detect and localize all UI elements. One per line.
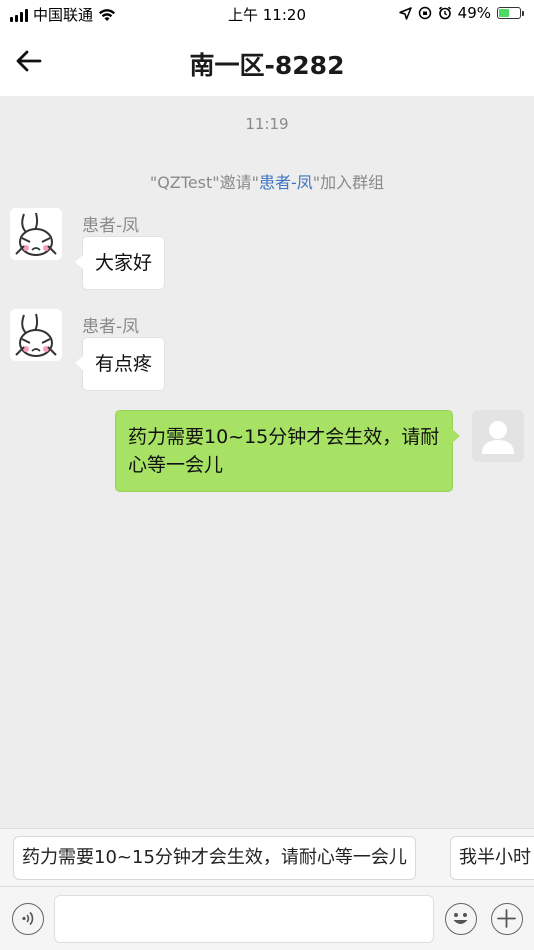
- system-message-highlight[interactable]: 患者-凤: [259, 173, 313, 192]
- more-button[interactable]: [491, 903, 523, 935]
- bunny-avatar[interactable]: [10, 309, 62, 361]
- orientation-lock-icon: [418, 6, 431, 20]
- message-time-label: 11:19: [245, 115, 289, 133]
- alarm-icon: [438, 6, 451, 20]
- emoji-button[interactable]: [445, 903, 477, 935]
- voice-icon: [22, 911, 34, 926]
- bunny-avatar[interactable]: [10, 208, 62, 260]
- message-bubble-self[interactable]: 药力需要10~15分钟才会生效，请耐心等一会儿: [115, 410, 460, 492]
- system-message-prefix: "QZTest"邀请": [149, 173, 259, 192]
- voice-button[interactable]: [12, 903, 44, 935]
- message-bubble[interactable]: 大家好: [74, 236, 166, 290]
- page-title: 南一区-8282: [189, 51, 345, 80]
- nav-bar: 南一区-8282: [0, 28, 534, 96]
- default-user-avatar[interactable]: [472, 410, 524, 462]
- message-bubble[interactable]: 有点疼: [74, 337, 166, 391]
- message-input[interactable]: [54, 895, 434, 943]
- sender-name: 患者-凤: [82, 216, 140, 236]
- system-message-suffix: "加入群组: [312, 173, 385, 192]
- battery-percent: 49%: [457, 4, 491, 22]
- battery-icon: [497, 7, 524, 19]
- input-bar: [0, 886, 534, 950]
- location-arrow-icon: [398, 6, 412, 20]
- emoji-icon: [453, 913, 468, 924]
- status-right: 49%: [398, 4, 524, 22]
- quick-reply-chip[interactable]: 我半小时: [450, 836, 534, 880]
- status-bar: 中国联通 上午 11:20 49%: [0, 0, 534, 28]
- message-list[interactable]: 11:19 "QZTest"邀请"患者-凤"加入群组 患者-凤 大家好 患者-凤…: [0, 96, 534, 828]
- system-message: "QZTest"邀请"患者-凤"加入群组: [0, 169, 534, 193]
- chat-screen: 中国联通 上午 11:20 49% 南一区-8282 11:19 "QZTest…: [0, 0, 534, 950]
- quick-reply-chip[interactable]: 药力需要10~15分钟才会生效，请耐心等一会儿: [13, 836, 416, 880]
- plus-icon: [497, 909, 516, 928]
- quick-reply-bar: 药力需要10~15分钟才会生效，请耐心等一会儿 我半小时: [0, 828, 534, 886]
- sender-name: 患者-凤: [82, 317, 140, 337]
